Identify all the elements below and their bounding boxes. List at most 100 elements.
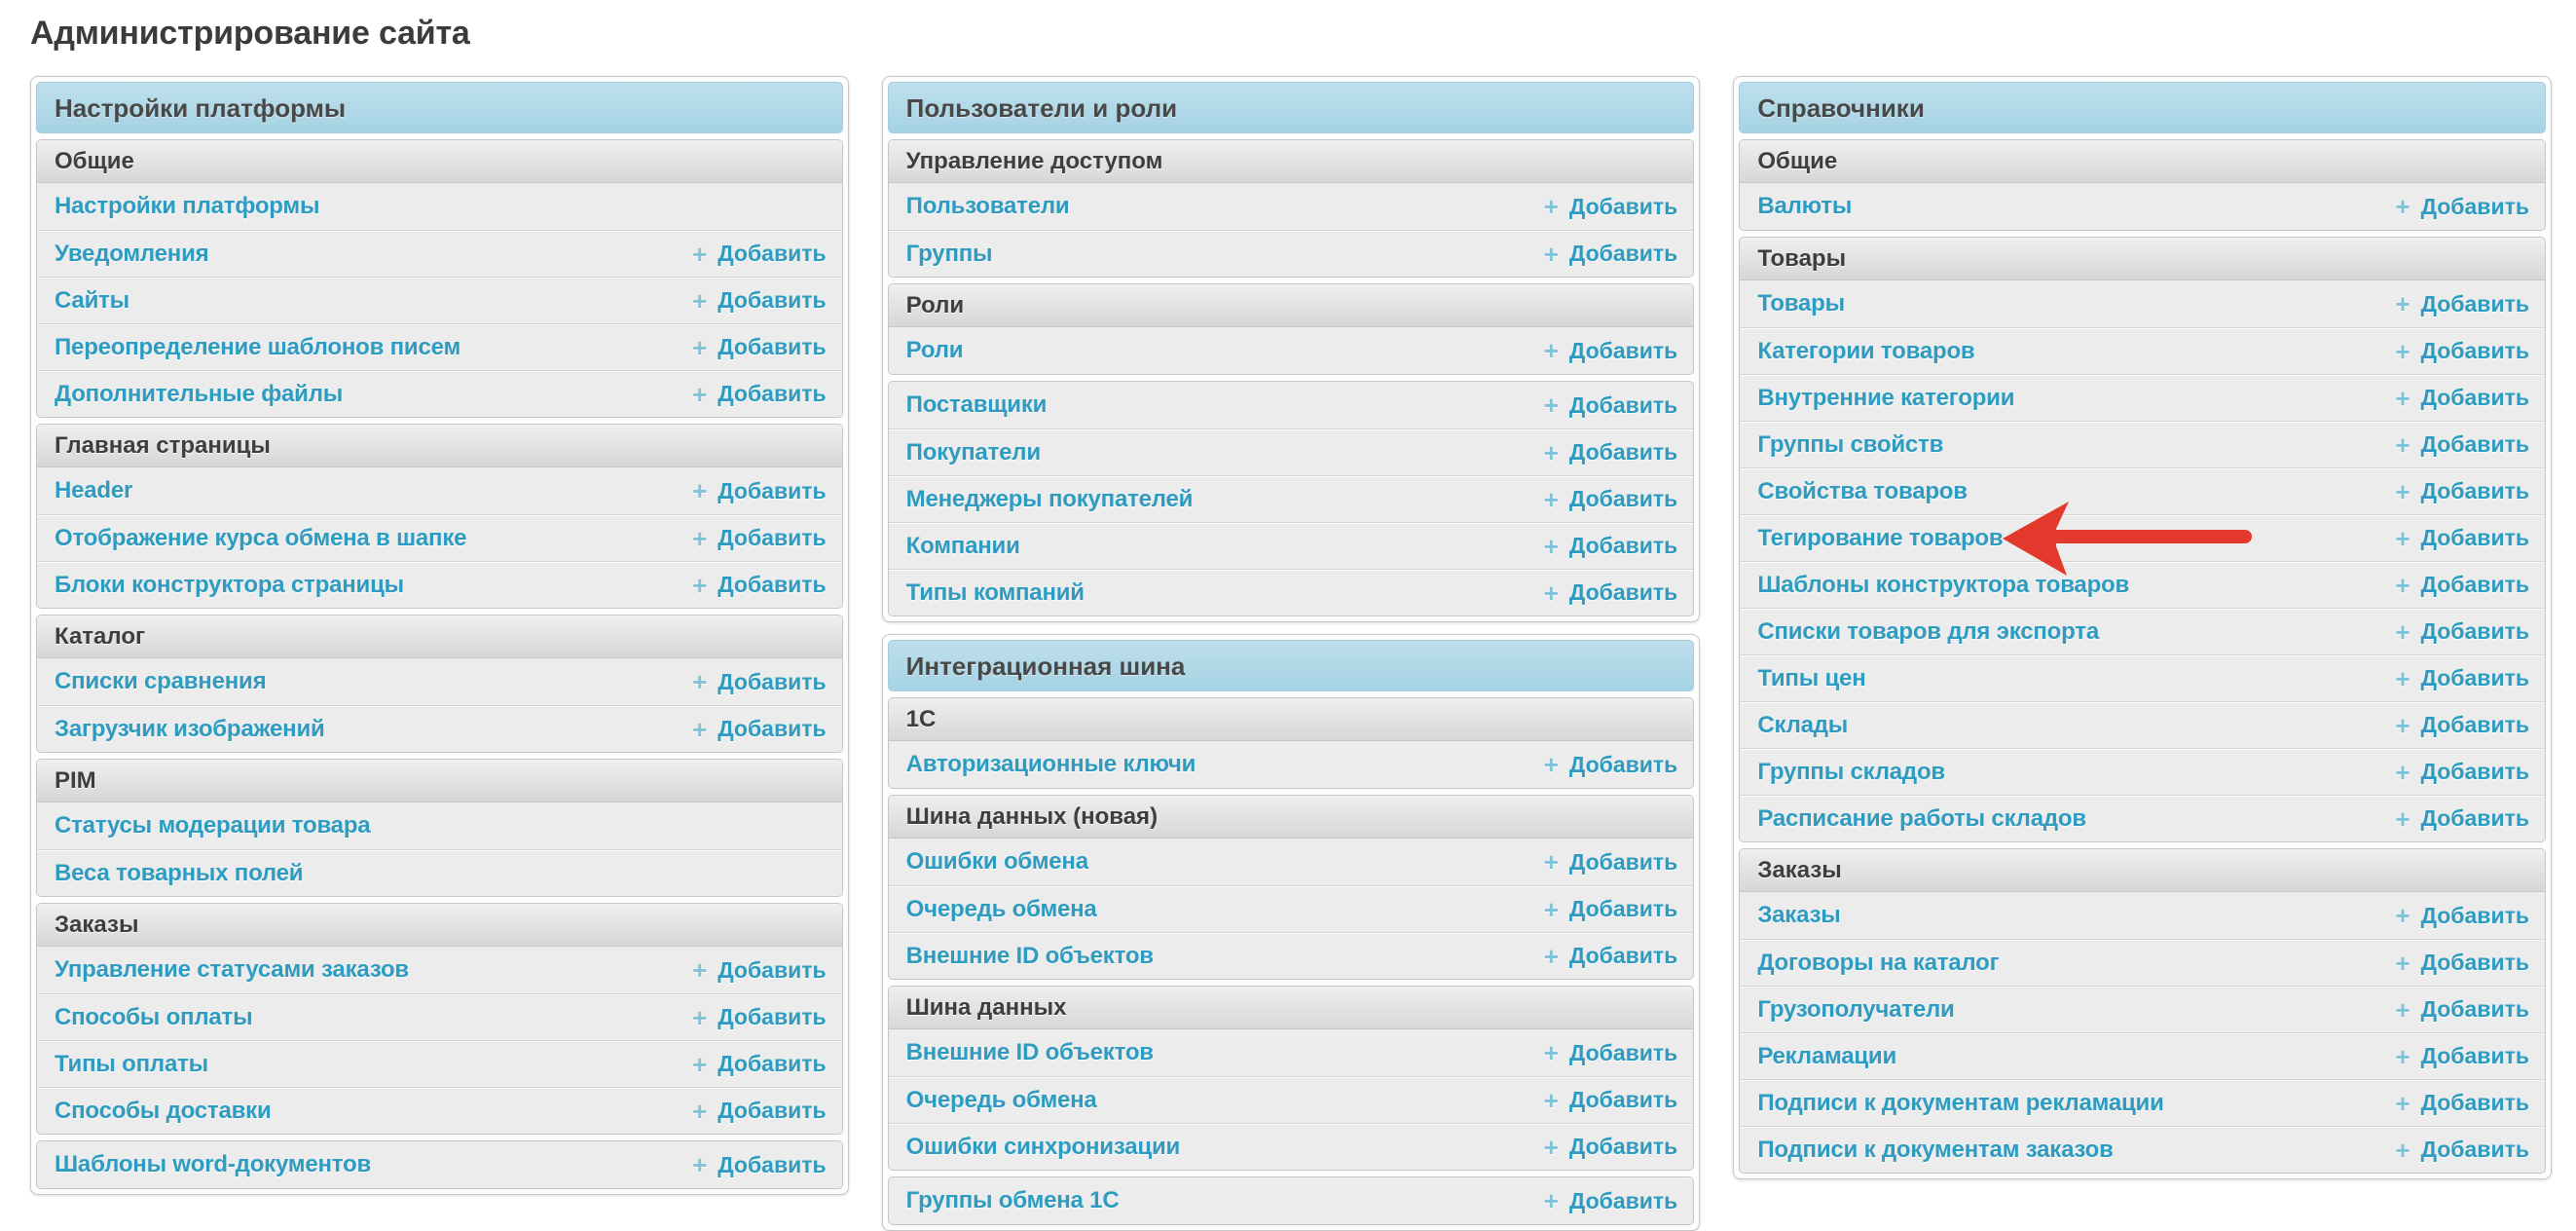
model-link[interactable]: Ошибки синхронизации bbox=[906, 1134, 1180, 1161]
model-link[interactable]: Тегирование товаров bbox=[1757, 525, 2003, 552]
add-link[interactable]: + Добавить bbox=[2395, 478, 2529, 504]
model-link[interactable]: Внешние ID объектов bbox=[906, 943, 1154, 970]
add-link[interactable]: + Добавить bbox=[2395, 291, 2529, 317]
model-link[interactable]: Загрузчик изображений bbox=[55, 716, 325, 743]
add-link[interactable]: + Добавить bbox=[1544, 392, 1678, 419]
model-link[interactable]: Менеджеры покупателей bbox=[906, 486, 1194, 513]
add-link[interactable]: + Добавить bbox=[2395, 338, 2529, 364]
add-link[interactable]: + Добавить bbox=[2395, 1043, 2529, 1069]
add-link[interactable]: + Добавить bbox=[692, 1098, 827, 1124]
add-link[interactable]: + Добавить bbox=[1544, 194, 1678, 220]
add-link[interactable]: + Добавить bbox=[1544, 486, 1678, 512]
add-link[interactable]: + Добавить bbox=[692, 669, 827, 695]
model-link[interactable]: Статусы модерации товара bbox=[55, 812, 370, 839]
add-link[interactable]: + Добавить bbox=[2395, 385, 2529, 411]
model-link[interactable]: Группы свойств bbox=[1757, 431, 1943, 459]
add-link[interactable]: + Добавить bbox=[2395, 431, 2529, 458]
add-link[interactable]: + Добавить bbox=[1544, 1040, 1678, 1066]
model-link[interactable]: Покупатели bbox=[906, 439, 1041, 466]
model-link[interactable]: Категории товаров bbox=[1757, 338, 1974, 365]
add-link[interactable]: + Добавить bbox=[2395, 805, 2529, 832]
add-link[interactable]: + Добавить bbox=[692, 525, 827, 551]
model-link[interactable]: Заказы bbox=[1757, 902, 1840, 929]
model-link[interactable]: Подписи к документам рекламации bbox=[1757, 1090, 2163, 1117]
add-link[interactable]: + Добавить bbox=[692, 334, 827, 360]
model-link[interactable]: Валюты bbox=[1757, 193, 1852, 220]
model-link[interactable]: Веса товарных полей bbox=[55, 860, 303, 887]
add-link[interactable]: + Добавить bbox=[692, 572, 827, 598]
model-link[interactable]: Шаблоны конструктора товаров bbox=[1757, 572, 2129, 599]
add-link[interactable]: + Добавить bbox=[2395, 903, 2529, 929]
add-link[interactable]: + Добавить bbox=[1544, 752, 1678, 778]
model-link[interactable]: Ошибки обмена bbox=[906, 848, 1088, 876]
model-link[interactable]: Header bbox=[55, 477, 132, 504]
model-link[interactable]: Блоки конструктора страницы bbox=[55, 572, 404, 599]
add-link[interactable]: + Добавить bbox=[1544, 533, 1678, 559]
model-link[interactable]: Способы оплаты bbox=[55, 1004, 252, 1031]
model-link[interactable]: Грузополучатели bbox=[1757, 996, 1954, 1024]
model-link[interactable]: Отображение курса обмена в шапке bbox=[55, 525, 466, 552]
add-link[interactable]: + Добавить bbox=[692, 1152, 827, 1178]
model-link[interactable]: Расписание работы складов bbox=[1757, 805, 2086, 833]
model-link[interactable]: Шаблоны word-документов bbox=[55, 1151, 371, 1178]
model-link[interactable]: Типы компаний bbox=[906, 579, 1085, 607]
add-link[interactable]: + Добавить bbox=[2395, 194, 2529, 220]
add-link[interactable]: + Добавить bbox=[2395, 950, 2529, 976]
add-link[interactable]: + Добавить bbox=[2395, 996, 2529, 1023]
model-link[interactable]: Внешние ID объектов bbox=[906, 1039, 1154, 1066]
model-link[interactable]: Переопределение шаблонов писем bbox=[55, 334, 460, 361]
add-link[interactable]: + Добавить bbox=[1544, 241, 1678, 267]
model-link[interactable]: Договоры на каталог bbox=[1757, 950, 1999, 977]
model-link[interactable]: Товары bbox=[1757, 290, 1845, 317]
model-link[interactable]: Очередь обмена bbox=[906, 1087, 1097, 1114]
add-link[interactable]: + Добавить bbox=[692, 381, 827, 407]
model-link[interactable]: Уведомления bbox=[55, 241, 208, 268]
add-link[interactable]: + Добавить bbox=[1544, 439, 1678, 466]
model-link[interactable]: Группы складов bbox=[1757, 759, 1945, 786]
model-link[interactable]: Роли bbox=[906, 337, 964, 364]
model-link[interactable]: Списки сравнения bbox=[55, 668, 266, 695]
add-link[interactable]: + Добавить bbox=[1544, 579, 1678, 606]
add-link[interactable]: + Добавить bbox=[2395, 1137, 2529, 1163]
add-link[interactable]: + Добавить bbox=[1544, 1188, 1678, 1214]
model-link[interactable]: Сайты bbox=[55, 287, 129, 315]
model-link[interactable]: Способы доставки bbox=[55, 1098, 272, 1125]
add-link[interactable]: + Добавить bbox=[2395, 712, 2529, 738]
add-link[interactable]: + Добавить bbox=[2395, 572, 2529, 598]
model-link[interactable]: Группы обмена 1С bbox=[906, 1187, 1120, 1214]
add-link[interactable]: + Добавить bbox=[1544, 1134, 1678, 1160]
add-link[interactable]: + Добавить bbox=[692, 957, 827, 984]
add-link[interactable]: + Добавить bbox=[1544, 1087, 1678, 1113]
add-link[interactable]: + Добавить bbox=[2395, 618, 2529, 645]
model-link[interactable]: Поставщики bbox=[906, 392, 1048, 419]
model-link[interactable]: Дополнительные файлы bbox=[55, 381, 343, 408]
add-link[interactable]: + Добавить bbox=[2395, 759, 2529, 785]
add-link[interactable]: + Добавить bbox=[692, 478, 827, 504]
model-link[interactable]: Рекламации bbox=[1757, 1043, 1896, 1070]
model-link[interactable]: Пользователи bbox=[906, 193, 1070, 220]
add-link[interactable]: + Добавить bbox=[2395, 525, 2529, 551]
add-link[interactable]: + Добавить bbox=[2395, 665, 2529, 691]
model-link[interactable]: Авторизационные ключи bbox=[906, 751, 1196, 778]
model-link[interactable]: Типы оплаты bbox=[55, 1051, 208, 1078]
add-link[interactable]: + Добавить bbox=[692, 716, 827, 742]
add-link[interactable]: + Добавить bbox=[1544, 943, 1678, 969]
model-link[interactable]: Очередь обмена bbox=[906, 896, 1097, 923]
add-link[interactable]: + Добавить bbox=[1544, 849, 1678, 876]
add-link[interactable]: + Добавить bbox=[1544, 338, 1678, 364]
model-link[interactable]: Компании bbox=[906, 533, 1020, 560]
model-link[interactable]: Списки товаров для экспорта bbox=[1757, 618, 2099, 646]
add-link[interactable]: + Добавить bbox=[692, 241, 827, 267]
model-link[interactable]: Настройки платформы bbox=[55, 193, 319, 220]
model-link[interactable]: Склады bbox=[1757, 712, 1848, 739]
model-link[interactable]: Внутренние категории bbox=[1757, 385, 2014, 412]
add-link[interactable]: + Добавить bbox=[2395, 1090, 2529, 1116]
add-link[interactable]: + Добавить bbox=[692, 287, 827, 314]
model-link[interactable]: Управление статусами заказов bbox=[55, 956, 409, 984]
add-link[interactable]: + Добавить bbox=[1544, 896, 1678, 922]
model-link[interactable]: Группы bbox=[906, 241, 993, 268]
add-link[interactable]: + Добавить bbox=[692, 1004, 827, 1030]
model-link[interactable]: Типы цен bbox=[1757, 665, 1865, 692]
model-link[interactable]: Подписи к документам заказов bbox=[1757, 1137, 2113, 1164]
model-link[interactable]: Свойства товаров bbox=[1757, 478, 1968, 505]
